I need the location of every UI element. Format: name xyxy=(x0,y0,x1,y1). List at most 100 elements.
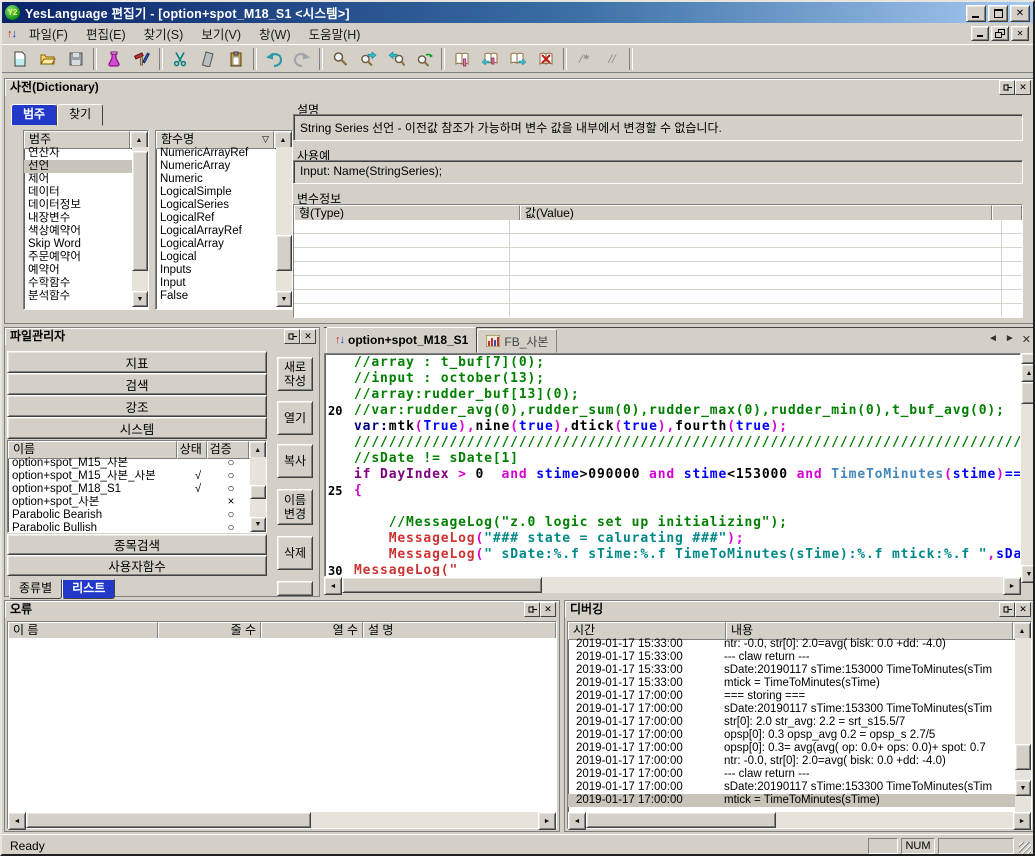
list-item[interactable]: 색상예약어 xyxy=(24,225,132,238)
debug-row[interactable]: 2019-01-17 17:00:00 sDate:20190117 sTime… xyxy=(568,703,1015,716)
debug-row[interactable]: 2019-01-17 15:33:00--- claw return --- xyxy=(568,651,1015,664)
bookmark-prev-button[interactable] xyxy=(477,47,503,71)
menu-view[interactable]: 보기(V) xyxy=(192,22,250,45)
indicator-category-button[interactable]: 지표 xyxy=(7,351,267,373)
copy-button[interactable] xyxy=(195,47,221,71)
comment-block-button[interactable]: /* xyxy=(571,47,597,71)
rename-script-button[interactable]: 이름변경 xyxy=(277,489,313,525)
list-item[interactable]: Inputs xyxy=(156,264,276,277)
code-area[interactable]: //array : t_buf[7](0); //input : october… xyxy=(324,353,1021,577)
save-file-button[interactable] xyxy=(63,47,89,71)
dictionary-book-button[interactable] xyxy=(449,47,475,71)
editor-tab-inactive[interactable]: FB_사본 xyxy=(477,329,557,353)
list-item[interactable]: 수학함수 xyxy=(24,277,132,290)
bookmark-next-button[interactable] xyxy=(505,47,531,71)
list-item-selected[interactable]: 선언 xyxy=(24,160,132,173)
scroll-left-icon[interactable]: ◄ xyxy=(8,812,26,830)
scroll-right-icon[interactable]: ► xyxy=(1003,577,1021,595)
list-item[interactable]: 데이터 xyxy=(24,186,132,199)
paste-button[interactable] xyxy=(223,47,249,71)
list-item[interactable]: NumericArrayRef xyxy=(156,147,276,160)
dictionary-tab-category[interactable]: 범주찾기 xyxy=(11,104,103,126)
list-item[interactable]: NumericArray xyxy=(156,160,276,173)
title-bar[interactable]: Y2 YesLanguage 편집기 - [option+spot_M18_S1… xyxy=(2,2,1033,23)
menu-edit[interactable]: 편집(E) xyxy=(77,22,135,45)
copy-script-button[interactable]: 복사 xyxy=(277,444,313,478)
tab-scroll-right-icon[interactable]: ► xyxy=(1005,333,1015,346)
menu-window[interactable]: 창(W) xyxy=(250,22,300,45)
file-row[interactable]: option+spot_사본× xyxy=(8,496,250,509)
scroll-left-icon[interactable]: ◄ xyxy=(568,812,586,830)
scrollbar-thumb[interactable] xyxy=(342,577,542,593)
symbol-search-button[interactable]: 종목검색 xyxy=(7,534,267,555)
mdi-close-button[interactable]: ✕ xyxy=(1011,26,1029,41)
debug-row[interactable]: 2019-01-17 15:33:00 sDate:20190117 sTime… xyxy=(568,664,1015,677)
menu-find[interactable]: 찾기(S) xyxy=(135,22,193,45)
list-item[interactable]: 분석함수 xyxy=(24,290,132,303)
list-item[interactable]: Input xyxy=(156,277,276,290)
scrollbar-thumb[interactable] xyxy=(132,151,148,271)
list-item[interactable]: Numeric xyxy=(156,173,276,186)
file-row[interactable]: option+spot_M15_사본○ xyxy=(8,457,250,470)
scrollbar-thumb[interactable] xyxy=(1021,382,1035,404)
list-item[interactable]: Skip Word xyxy=(24,238,132,251)
scroll-down-icon[interactable]: ▼ xyxy=(1021,565,1035,583)
debug-row[interactable]: 2019-01-17 17:00:00ntr: -0.0, str[0]: 2.… xyxy=(568,755,1015,768)
debug-row[interactable]: 2019-01-17 17:00:00opsp[0]: 0.3 opsp_avg… xyxy=(568,729,1015,742)
list-item[interactable]: LogicalArrayRef xyxy=(156,225,276,238)
list-item[interactable]: LogicalRef xyxy=(156,212,276,225)
comment-line-button[interactable]: // xyxy=(599,47,625,71)
list-item[interactable]: LogicalSimple xyxy=(156,186,276,199)
debug-row[interactable]: 2019-01-17 17:00:00=== storing === xyxy=(568,690,1015,703)
undo-button[interactable] xyxy=(261,47,287,71)
scroll-down-icon[interactable]: ▼ xyxy=(1015,780,1031,796)
tab-category-label[interactable]: 범주 xyxy=(11,104,57,126)
debug-row-selected[interactable]: 2019-01-17 17:00:00mtick = TimeToMinutes… xyxy=(568,794,1015,807)
dictionary-tab-search[interactable]: 찾기 xyxy=(57,104,103,126)
splitter-handle[interactable] xyxy=(1021,353,1035,364)
tab-list[interactable]: 리스트 xyxy=(62,579,115,599)
maximize-button[interactable] xyxy=(988,5,1008,22)
cut-button[interactable] xyxy=(167,47,193,71)
close-icon[interactable]: ✕ xyxy=(1015,602,1031,617)
mdi-minimize-button[interactable] xyxy=(971,26,989,41)
editor-tab-active[interactable]: ↑↓ option+spot_M18_S1 xyxy=(326,327,477,353)
find-cycle-button[interactable] xyxy=(411,47,437,71)
menu-file[interactable]: 파일(F) xyxy=(20,22,77,45)
document-icon[interactable]: ↑↓ xyxy=(7,28,16,40)
new-script-button[interactable]: 새로작성 xyxy=(277,357,313,391)
debug-row[interactable]: 2019-01-17 17:00:00--- claw return --- xyxy=(568,768,1015,781)
list-item[interactable]: LogicalSeries xyxy=(156,199,276,212)
user-function-button[interactable]: 사용자함수 xyxy=(7,555,267,576)
file-row[interactable]: Parabolic Bearish○ xyxy=(8,509,250,522)
pin-icon[interactable] xyxy=(524,602,540,617)
menu-help[interactable]: 도움말(H) xyxy=(300,22,370,45)
delete-script-button[interactable]: 삭제 xyxy=(277,536,313,570)
scroll-left-icon[interactable]: ◄ xyxy=(324,577,342,595)
errors-table-body[interactable] xyxy=(8,638,556,812)
list-item[interactable]: 제어 xyxy=(24,173,132,186)
highlight-category-button[interactable]: 강조 xyxy=(7,395,267,417)
open-file-button[interactable] xyxy=(35,47,61,71)
close-icon[interactable]: ✕ xyxy=(540,602,556,617)
close-button[interactable]: ✕ xyxy=(1010,5,1030,22)
file-row[interactable]: option+spot_M15_사본_사본√○ xyxy=(8,470,250,483)
close-icon[interactable]: ✕ xyxy=(1015,80,1031,95)
scroll-right-icon[interactable]: ► xyxy=(538,812,556,830)
list-item[interactable]: LogicalArray xyxy=(156,238,276,251)
tab-scroll-left-icon[interactable]: ◄ xyxy=(988,333,998,346)
list-item[interactable]: Logical xyxy=(156,251,276,264)
scroll-down-icon[interactable]: ▼ xyxy=(132,291,148,307)
scrollbar-thumb[interactable] xyxy=(276,235,292,271)
list-item[interactable]: 연산자 xyxy=(24,147,132,160)
partial-button[interactable] xyxy=(277,581,313,596)
debug-row[interactable]: 2019-01-17 17:00:00 sDate:20190117 sTime… xyxy=(568,781,1015,794)
debug-row[interactable]: 2019-01-17 17:00:00opsp[0]: 0.3= avg(avg… xyxy=(568,742,1015,755)
mdi-restore-button[interactable] xyxy=(991,26,1009,41)
scrollbar-thumb[interactable] xyxy=(250,485,266,499)
list-item[interactable]: False xyxy=(156,290,276,303)
pin-icon[interactable] xyxy=(284,329,300,344)
list-item[interactable]: 예약어 xyxy=(24,264,132,277)
close-icon[interactable]: ✕ xyxy=(300,329,316,344)
find-button[interactable] xyxy=(327,47,353,71)
